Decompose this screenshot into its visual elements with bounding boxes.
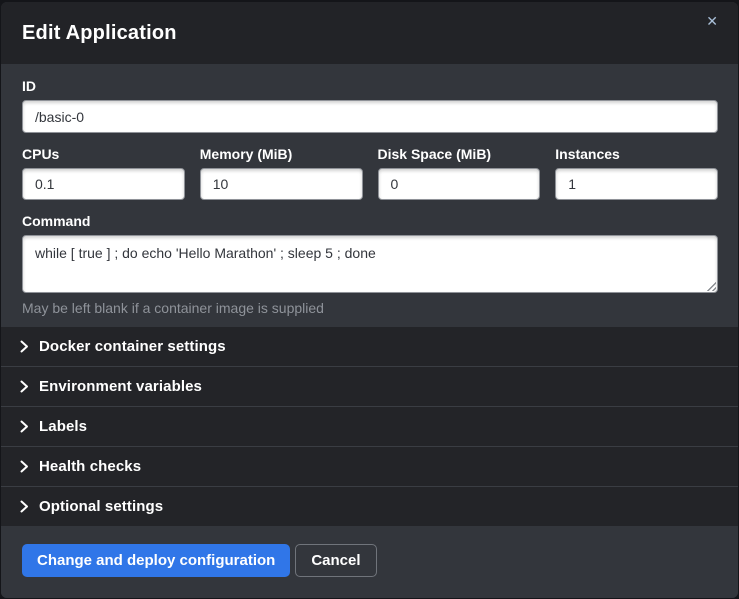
change-and-deploy-button[interactable]: Change and deploy configuration — [22, 544, 290, 577]
memory-field-group: Memory (MiB) — [200, 146, 363, 200]
cpus-label: CPUs — [22, 146, 185, 163]
instances-label: Instances — [555, 146, 718, 163]
chevron-right-icon — [20, 420, 29, 433]
id-field-group: ID — [22, 78, 718, 133]
disk-field-group: Disk Space (MiB) — [378, 146, 541, 200]
cancel-button[interactable]: Cancel — [295, 544, 376, 577]
chevron-right-icon — [20, 380, 29, 393]
section-label: Environment variables — [39, 378, 202, 395]
section-optional-settings[interactable]: Optional settings — [1, 486, 738, 526]
modal-body: ID CPUs Memory (MiB) Disk Space (MiB) In — [1, 64, 738, 327]
section-label: Labels — [39, 418, 87, 435]
command-textarea[interactable]: while [ true ] ; do echo 'Hello Marathon… — [22, 235, 718, 293]
command-field-group: Command while [ true ] ; do echo 'Hello … — [22, 213, 718, 317]
disk-label: Disk Space (MiB) — [378, 146, 541, 163]
section-docker-container-settings[interactable]: Docker container settings — [1, 327, 738, 366]
command-label: Command — [22, 213, 718, 230]
section-labels[interactable]: Labels — [1, 406, 738, 446]
id-label: ID — [22, 78, 718, 95]
chevron-right-icon — [20, 460, 29, 473]
modal-footer: Change and deploy configuration Cancel — [1, 526, 738, 598]
cpus-input[interactable] — [22, 168, 185, 200]
instances-input[interactable] — [555, 168, 718, 200]
cpus-field-group: CPUs — [22, 146, 185, 200]
modal-title: Edit Application — [22, 22, 177, 45]
modal-header: Edit Application ✕ — [1, 2, 738, 64]
memory-input[interactable] — [200, 168, 363, 200]
section-label: Docker container settings — [39, 338, 226, 355]
chevron-right-icon — [20, 500, 29, 513]
disk-input[interactable] — [378, 168, 541, 200]
edit-application-modal: Edit Application ✕ ID CPUs Memory (MiB) … — [1, 2, 738, 598]
id-input[interactable] — [22, 100, 718, 133]
command-help-text: May be left blank if a container image i… — [22, 299, 718, 317]
command-textarea-wrap: while [ true ] ; do echo 'Hello Marathon… — [22, 235, 718, 293]
resources-row: CPUs Memory (MiB) Disk Space (MiB) Insta… — [22, 146, 718, 200]
section-label: Health checks — [39, 458, 141, 475]
section-label: Optional settings — [39, 498, 163, 515]
section-environment-variables[interactable]: Environment variables — [1, 366, 738, 406]
close-icon[interactable]: ✕ — [706, 15, 718, 29]
instances-field-group: Instances — [555, 146, 718, 200]
chevron-right-icon — [20, 340, 29, 353]
modal-backdrop: Edit Application ✕ ID CPUs Memory (MiB) … — [0, 0, 739, 599]
accordion: Docker container settings Environment va… — [1, 327, 738, 526]
section-health-checks[interactable]: Health checks — [1, 446, 738, 486]
memory-label: Memory (MiB) — [200, 146, 363, 163]
